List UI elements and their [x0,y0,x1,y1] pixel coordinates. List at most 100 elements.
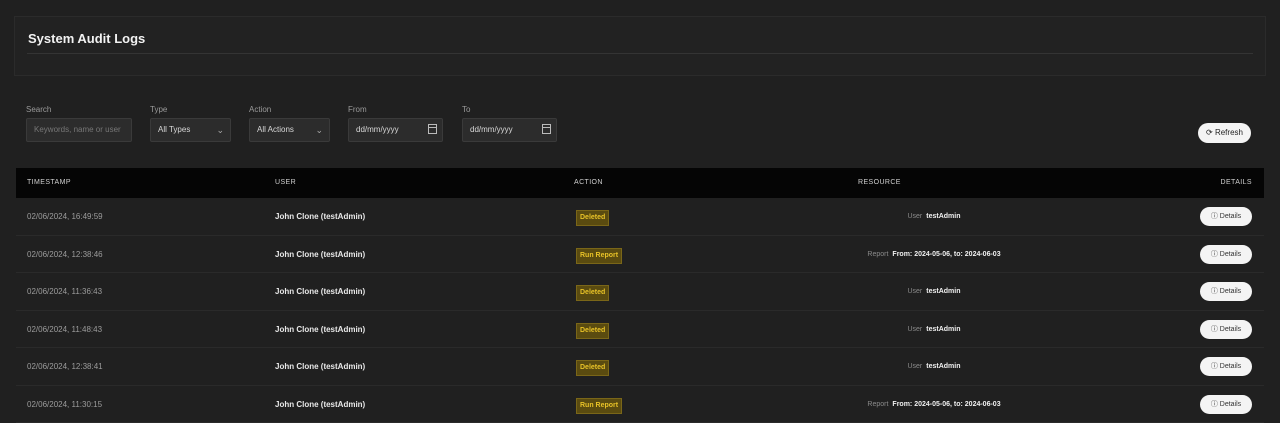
row-resource: User testAdmin [724,311,1144,348]
table-body: 02/06/2024, 16:49:59 John Clone (testAdmi… [16,198,1264,423]
action-badge: Deleted [576,323,609,339]
info-icon: ⓘ [1211,326,1220,333]
action-filter: Action All Actions ⌄ [249,104,330,142]
row-user: John Clone (testAdmin) [275,236,365,273]
table-header: TIMESTAMP USER ACTION RESOURCE DETAILS [16,168,1264,198]
row-user: John Clone (testAdmin) [275,386,365,423]
details-label: Details [1220,363,1241,370]
column-header-user[interactable]: USER [275,168,296,198]
table-row[interactable]: 02/06/2024, 16:49:59 John Clone (testAdmi… [16,198,1264,236]
resource-value: testAdmin [926,213,960,220]
calendar-icon[interactable] [542,124,551,134]
type-select[interactable]: All Types ⌄ [150,118,231,142]
audit-log-table: TIMESTAMP USER ACTION RESOURCE DETAILS 0… [16,168,1264,423]
action-badge: Deleted [576,360,609,376]
row-resource: UsertestAdmin [724,273,1144,310]
details-button[interactable]: ⓘ Details [1200,395,1252,414]
refresh-icon: ⟳ [1206,128,1213,137]
refresh-button[interactable]: ⟳ Refresh [1198,123,1251,143]
details-label: Details [1220,213,1241,220]
details-button[interactable]: ⓘ Details [1200,207,1252,226]
row-timestamp: 02/06/2024, 11:30:15 [27,386,102,423]
column-header-action[interactable]: ACTION [574,168,603,198]
row-action-cell: Run Report [576,386,724,423]
details-label: Details [1220,326,1241,333]
details-button[interactable]: ⓘ Details [1200,357,1252,376]
search-input[interactable]: Keywords, name or user [26,118,132,142]
row-action-cell: Deleted [576,348,724,385]
column-header-resource[interactable]: RESOURCE [858,168,901,198]
row-user: John Clone (testAdmin) [275,348,365,385]
type-filter: Type All Types ⌄ [150,104,231,142]
resource-value: testAdmin [926,363,960,370]
row-resource: Report From: 2024-05-06, to: 2024-06-03 [724,386,1144,423]
action-label: Action [249,104,330,116]
search-label: Search [26,104,132,116]
row-action-cell: Deleted [576,198,724,235]
resource-type: User [907,326,922,333]
type-select-value: All Types [158,125,190,134]
action-select-value: All Actions [257,125,294,134]
row-timestamp: 02/06/2024, 12:38:41 [27,348,103,385]
action-select[interactable]: All Actions ⌄ [249,118,330,142]
details-button[interactable]: ⓘ Details [1200,282,1252,301]
column-header-timestamp[interactable]: TIMESTAMP [27,168,71,198]
details-label: Details [1220,401,1241,408]
table-row[interactable]: 02/06/2024, 12:38:46 John Clone (testAdmi… [16,236,1264,274]
refresh-label: Refresh [1215,128,1243,137]
action-badge: Deleted [576,210,609,226]
details-label: Details [1220,251,1241,258]
resource-type: User [907,363,922,370]
info-icon: ⓘ [1211,213,1220,220]
from-label: From [348,104,443,116]
calendar-icon[interactable] [428,124,437,134]
row-timestamp: 02/06/2024, 11:36:43 [27,273,102,310]
page-header: System Audit Logs [14,16,1266,76]
table-row[interactable]: 02/06/2024, 11:30:15 John Clone (testAdmi… [16,386,1264,423]
type-label: Type [150,104,231,116]
page-title: System Audit Logs [28,31,145,46]
table-row[interactable]: 02/06/2024, 11:48:43 John Clone (testAdmi… [16,311,1264,349]
to-date-input[interactable]: dd/mm/yyyy [462,118,557,142]
resource-type: User [907,213,922,220]
table-row[interactable]: 02/06/2024, 11:36:43 John Clone (testAdmi… [16,273,1264,311]
row-timestamp: 02/06/2024, 12:38:46 [27,236,103,273]
chevron-down-icon: ⌄ [216,119,224,141]
row-user: John Clone (testAdmin) [275,311,365,348]
row-user: John Clone (testAdmin) [275,273,365,310]
resource-value: From: 2024-05-06, to: 2024-06-03 [892,251,1000,258]
chevron-down-icon: ⌄ [315,119,323,141]
resource-type: Report [867,251,888,258]
action-badge: Run Report [576,398,622,414]
row-action-cell: Deleted [576,311,724,348]
resource-value: testAdmin [926,326,960,333]
resource-value: From: 2024-05-06, to: 2024-06-03 [892,401,1000,408]
action-badge: Run Report [576,248,622,264]
resource-value: testAdmin [926,288,960,295]
details-button[interactable]: ⓘ Details [1200,245,1252,264]
row-user: John Clone (testAdmin) [275,198,365,235]
from-date-value: dd/mm/yyyy [356,125,399,134]
action-badge: Deleted [576,285,609,301]
row-action-cell: Deleted [576,273,724,310]
search-filter: Search Keywords, name or user [26,104,132,142]
details-label: Details [1220,288,1241,295]
to-date-value: dd/mm/yyyy [470,125,513,134]
row-timestamp: 02/06/2024, 11:48:43 [27,311,102,348]
column-header-details: DETAILS [1221,168,1252,198]
info-icon: ⓘ [1211,363,1220,370]
to-filter: To dd/mm/yyyy [462,104,557,142]
row-resource: User testAdmin [724,348,1144,385]
row-resource: Report From: 2024-05-06, to: 2024-06-03 [724,236,1144,273]
info-icon: ⓘ [1211,288,1220,295]
resource-type: Report [867,401,888,408]
info-icon: ⓘ [1211,401,1220,408]
table-row[interactable]: 02/06/2024, 12:38:41 John Clone (testAdmi… [16,348,1264,386]
to-label: To [462,104,557,116]
from-filter: From dd/mm/yyyy [348,104,443,142]
row-timestamp: 02/06/2024, 16:49:59 [27,198,103,235]
details-button[interactable]: ⓘ Details [1200,320,1252,339]
title-divider [27,53,1253,54]
from-date-input[interactable]: dd/mm/yyyy [348,118,443,142]
info-icon: ⓘ [1211,251,1220,258]
